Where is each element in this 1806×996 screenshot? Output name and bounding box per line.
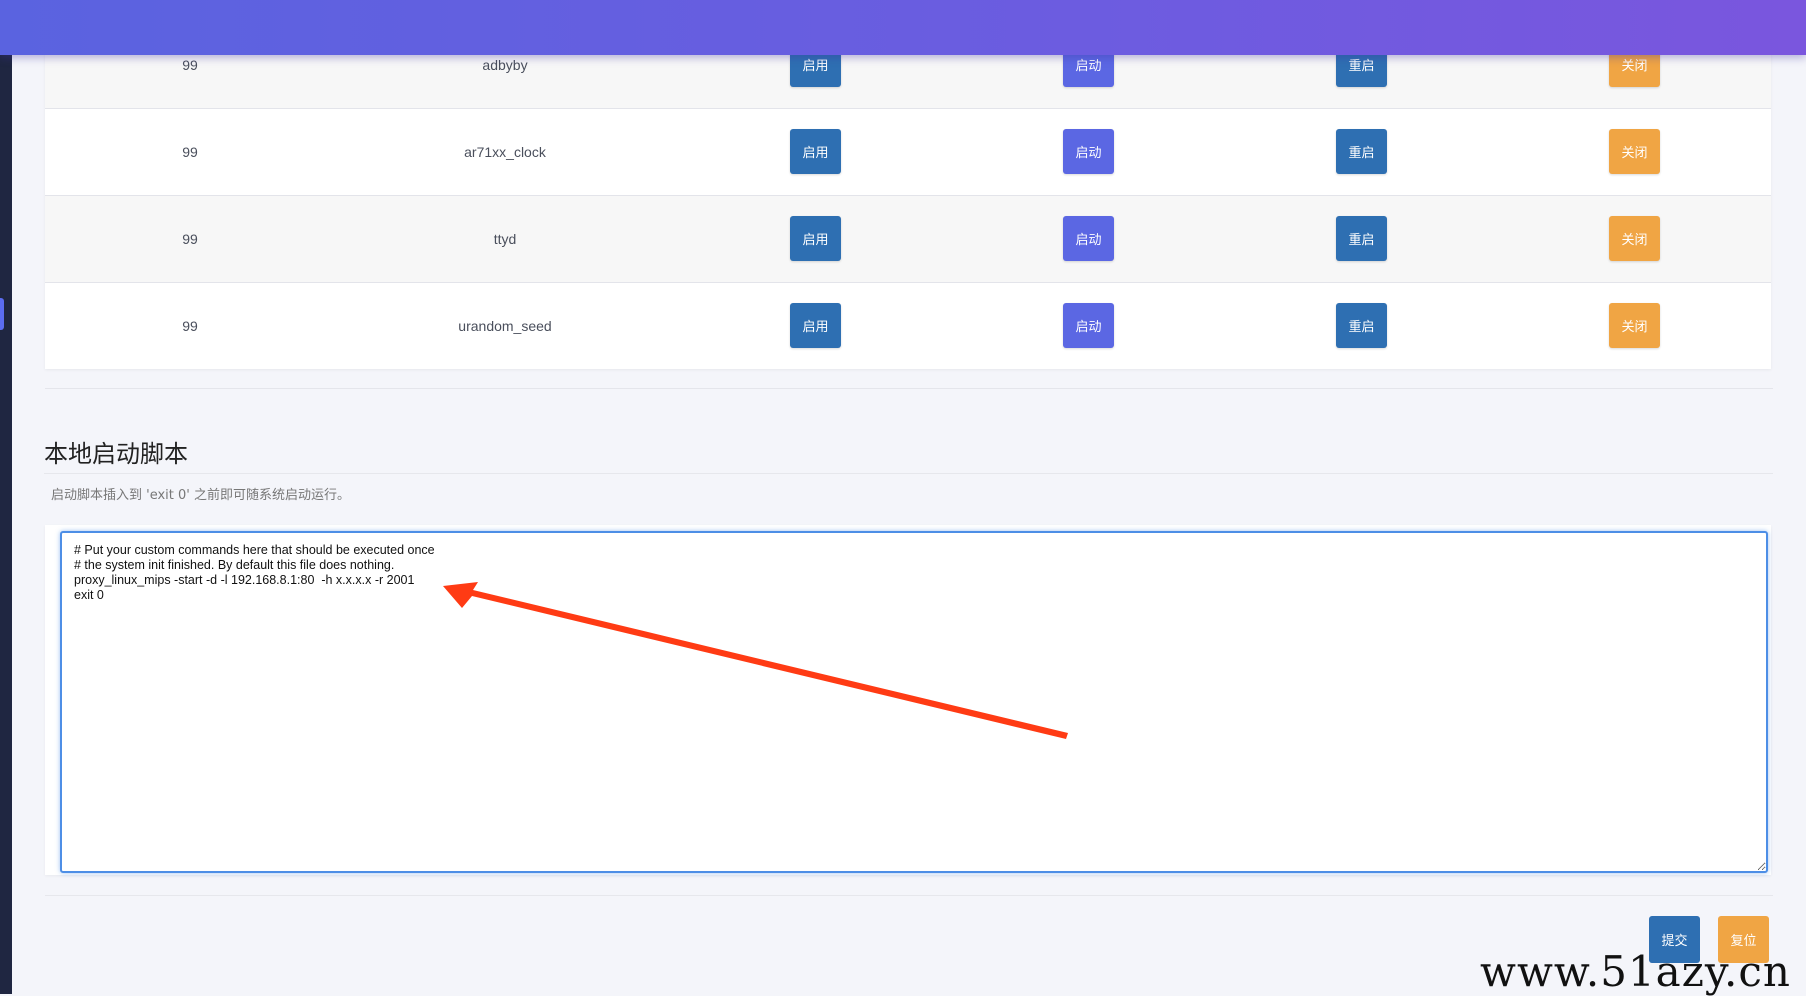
title-divider [44,473,1773,474]
sidebar-edge [0,0,12,994]
table-row: 99 ttyd 启用 启动 重启 关闭 [45,196,1771,283]
service-name: urandom_seed [458,318,552,334]
watermark-text: www.51azy.cn [1480,947,1791,996]
enable-button[interactable]: 启用 [790,216,841,261]
stop-button[interactable]: 关闭 [1609,216,1660,261]
stop-button[interactable]: 关闭 [1609,129,1660,174]
start-button[interactable]: 启动 [1063,129,1114,174]
service-name: ttyd [493,231,517,247]
restart-button[interactable]: 重启 [1336,129,1387,174]
stop-button[interactable]: 关闭 [1609,303,1660,348]
top-header-bar [0,0,1806,55]
enable-button[interactable]: 启用 [790,129,841,174]
section-description: 启动脚本插入到 'exit 0' 之前即可随系统启动运行。 [51,488,350,503]
service-priority: 99 [182,144,198,160]
service-name: ar71xx_clock [464,144,546,160]
actions-divider [45,895,1773,896]
script-editor-card [45,525,1771,875]
section-divider [45,388,1773,389]
start-button[interactable]: 启动 [1063,216,1114,261]
table-row: 99 urandom_seed 启用 启动 重启 关闭 [45,283,1771,369]
section-title: 本地启动脚本 [44,440,188,468]
table-row: 99 ar71xx_clock 启用 启动 重启 关闭 [45,109,1771,196]
restart-button[interactable]: 重启 [1336,216,1387,261]
service-priority: 99 [182,231,198,247]
startup-services-table: 99 adbyby 启用 启动 重启 关闭 99 ar71xx_clock 启用… [45,22,1771,369]
service-priority: 99 [182,318,198,334]
restart-button[interactable]: 重启 [1336,303,1387,348]
enable-button[interactable]: 启用 [790,303,841,348]
start-button[interactable]: 启动 [1063,303,1114,348]
startup-script-textarea[interactable] [60,531,1768,873]
sidebar-active-indicator [0,298,4,330]
